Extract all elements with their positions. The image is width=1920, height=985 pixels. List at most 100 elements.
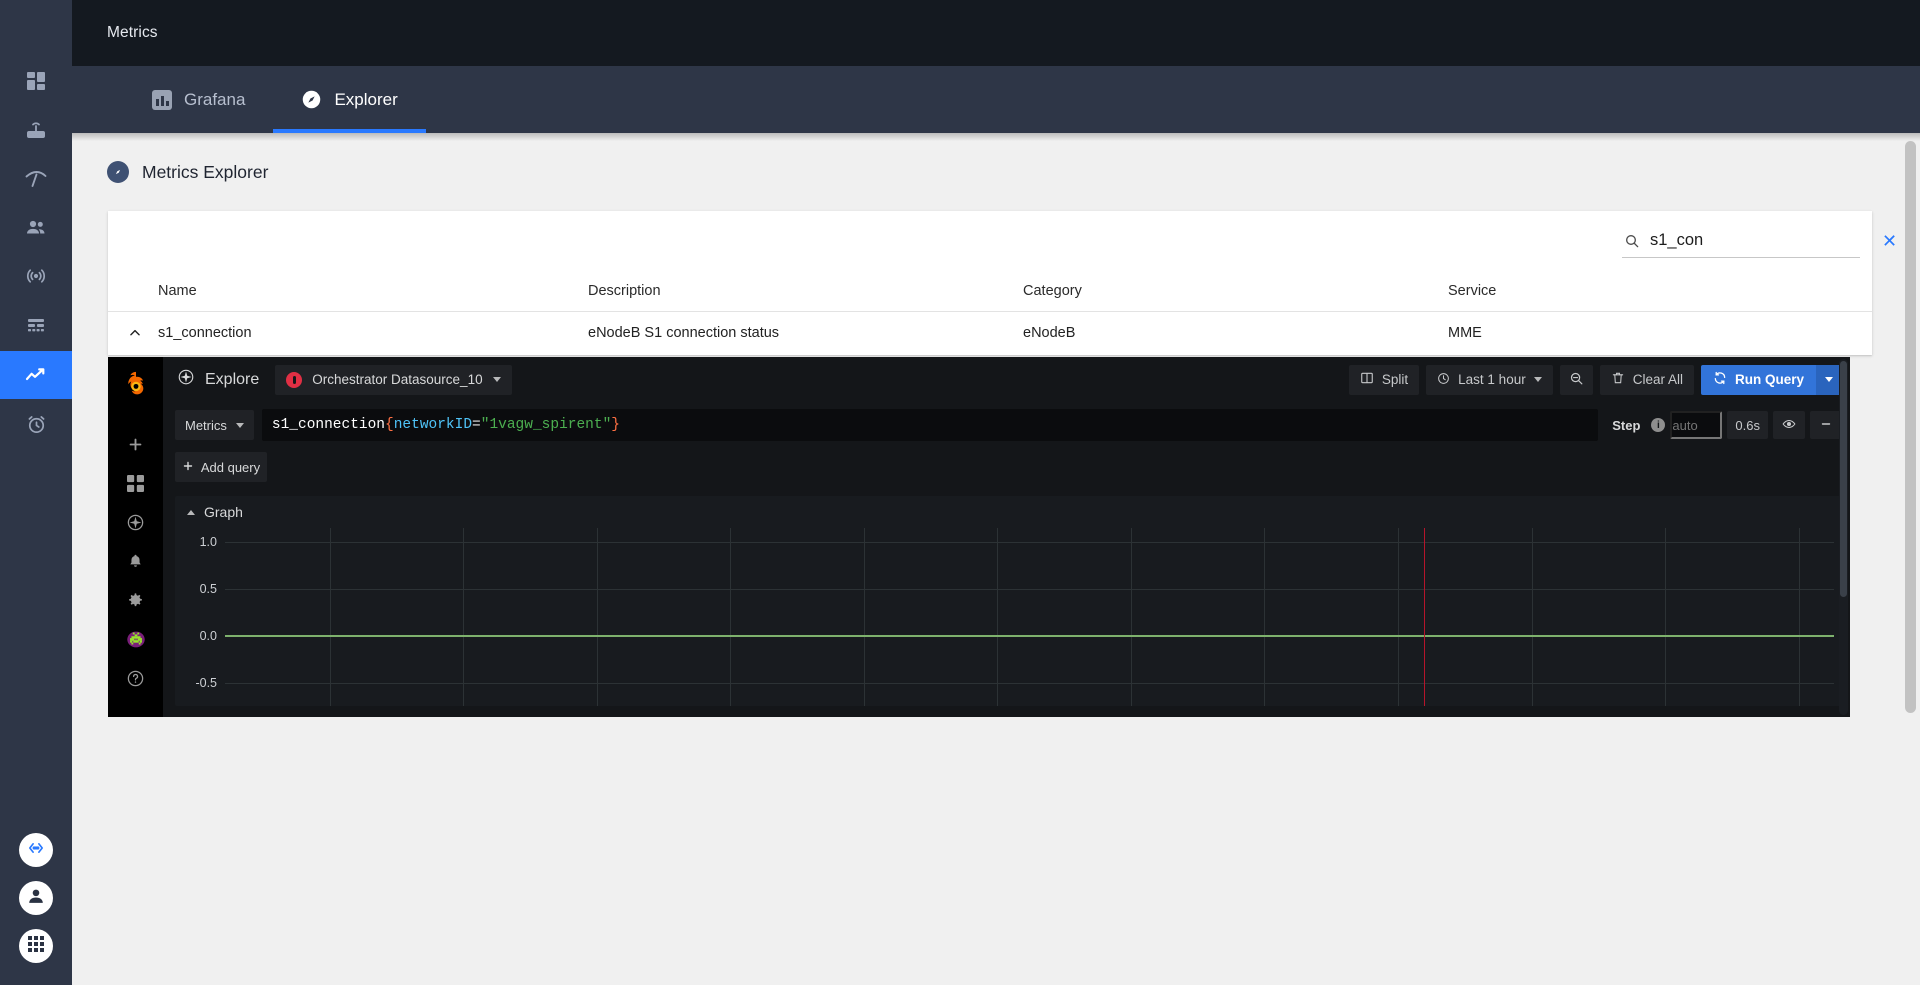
window-scrollbar-thumb[interactable]: [1905, 141, 1916, 653]
query-label-key: networkID: [394, 417, 472, 433]
dashboards-icon: [127, 475, 144, 497]
query-brace-close: }: [611, 417, 620, 433]
query-options: Step i 0.6s: [1606, 411, 1842, 439]
vertical-gridline: [730, 528, 731, 706]
bar-chart-icon: [152, 90, 172, 110]
sidebar-item-account[interactable]: [19, 881, 53, 915]
grafana-explore-embed: Explore Orchestrator Datasource_10: [108, 357, 1850, 717]
sidebar-item-network[interactable]: [0, 155, 72, 203]
compass-icon: [107, 161, 129, 183]
grafana-create-button[interactable]: [108, 427, 163, 466]
grafana-easter-egg-button[interactable]: [108, 622, 163, 661]
vertical-gridline: [1398, 528, 1399, 706]
remove-query-button[interactable]: [1810, 411, 1842, 439]
grafana-explore-button[interactable]: [108, 505, 163, 544]
grafana-dashboards-button[interactable]: [108, 466, 163, 505]
prometheus-icon: [286, 372, 302, 388]
sidebar-item-dashboard[interactable]: [0, 57, 72, 105]
grafana-scrollbar-thumb[interactable]: [1840, 361, 1847, 597]
refresh-icon: [1713, 371, 1727, 388]
horizontal-gridline: [225, 683, 1834, 684]
step-input[interactable]: [1670, 411, 1722, 439]
sidebar-item-subscribers[interactable]: [0, 204, 72, 252]
row-expand-toggle[interactable]: [108, 326, 158, 340]
time-range-picker[interactable]: Last 1 hour: [1426, 365, 1553, 395]
tab-explorer[interactable]: Explorer: [273, 66, 425, 133]
explore-title: Explore: [177, 368, 259, 391]
line-chart-icon: [24, 363, 48, 387]
main-content: Metrics Explorer ✕ Name Description Cate…: [72, 133, 1920, 985]
grafana-configuration-button[interactable]: [108, 583, 163, 622]
query-expression-input[interactable]: s1_connection{networkID="1vagw_spirent"}: [262, 409, 1598, 441]
alarm-clock-icon: [25, 413, 48, 436]
chevron-down-icon: [236, 423, 244, 428]
grafana-sidebar: [108, 357, 163, 717]
search-box[interactable]: ✕: [1622, 227, 1860, 258]
help-question-icon: [126, 669, 145, 693]
query-equals: =: [472, 417, 481, 433]
toolbar-actions: Split Last 1 hour: [1349, 365, 1842, 395]
sidebar-item-radio[interactable]: [0, 253, 72, 301]
sidebar-item-apps[interactable]: [19, 929, 53, 963]
column-header-description: Description: [588, 283, 661, 299]
column-header-name: Name: [158, 283, 197, 299]
vertical-gridline: [1264, 528, 1265, 706]
grafana-vertical-scrollbar[interactable]: [1839, 359, 1848, 715]
vertical-gridline: [597, 528, 598, 706]
sidebar-item-metrics[interactable]: [0, 351, 72, 399]
clear-search-icon[interactable]: ✕: [1880, 232, 1899, 250]
zoom-out-button[interactable]: [1560, 365, 1593, 395]
graph-panel-header[interactable]: Graph: [175, 496, 1842, 528]
y-axis-tick-label: 0.5: [183, 582, 217, 596]
sidebar-item-logs[interactable]: [0, 302, 72, 350]
sidebar-item-alerts[interactable]: [0, 400, 72, 448]
grafana-help-button[interactable]: [108, 661, 163, 700]
y-axis-tick-label: 1.0: [183, 535, 217, 549]
cell-metric-name: s1_connection: [158, 325, 252, 341]
search-input[interactable]: [1650, 231, 1870, 250]
page-heading-label: Metrics Explorer: [142, 162, 268, 183]
explore-title-label: Explore: [205, 371, 259, 389]
plus-icon: [127, 436, 144, 458]
query-metric: s1_connection: [272, 417, 385, 433]
explore-compass-icon: [177, 368, 195, 391]
split-button[interactable]: Split: [1349, 365, 1419, 395]
table-row[interactable]: s1_connection eNodeB S1 connection statu…: [108, 312, 1872, 354]
grafana-toolbar: Explore Orchestrator Datasource_10: [163, 357, 1850, 402]
gear-icon: [127, 592, 144, 614]
horizontal-gridline: [225, 589, 1834, 590]
query-type-picker[interactable]: Metrics: [175, 410, 254, 440]
grafana-logo-icon[interactable]: [119, 368, 153, 402]
minus-icon: [1819, 417, 1833, 434]
sidebar-items: [0, 0, 72, 448]
y-axis-tick-label: 0.0: [183, 629, 217, 643]
table-header-row: Name Description Category Service: [108, 271, 1872, 312]
vertical-gridline: [997, 528, 998, 706]
column-header-category: Category: [1023, 283, 1082, 299]
sidebar-item-equipment[interactable]: [0, 106, 72, 154]
graph-plot[interactable]: 1.00.50.0-0.5: [175, 528, 1842, 706]
window-scrollbar[interactable]: [1905, 141, 1916, 653]
clear-all-label: Clear All: [1633, 372, 1683, 387]
info-icon[interactable]: i: [1651, 418, 1665, 432]
page-title: Metrics: [107, 24, 158, 42]
clear-all-button[interactable]: Clear All: [1600, 365, 1694, 395]
trash-icon: [1611, 371, 1625, 388]
datasource-name: Orchestrator Datasource_10: [312, 372, 482, 387]
tab-grafana[interactable]: Grafana: [124, 66, 273, 133]
run-query-button[interactable]: Run Query: [1701, 365, 1842, 395]
code-brackets-icon: [26, 838, 46, 863]
apps-grid-icon: [27, 935, 45, 958]
add-query-button[interactable]: Add query: [175, 452, 267, 482]
vertical-gridline: [1665, 528, 1666, 706]
datasource-picker[interactable]: Orchestrator Datasource_10: [275, 365, 511, 395]
toggle-visibility-button[interactable]: [1773, 411, 1805, 439]
people-icon: [24, 216, 48, 240]
table-rows-icon: [25, 315, 47, 337]
grafana-alerting-button[interactable]: [108, 544, 163, 583]
user-avatar-icon: [25, 885, 47, 912]
step-label: Step: [1606, 418, 1646, 433]
sidebar-item-api[interactable]: [19, 833, 53, 867]
split-pane-icon: [1360, 371, 1374, 388]
grafana-main: Explore Orchestrator Datasource_10: [163, 357, 1850, 717]
